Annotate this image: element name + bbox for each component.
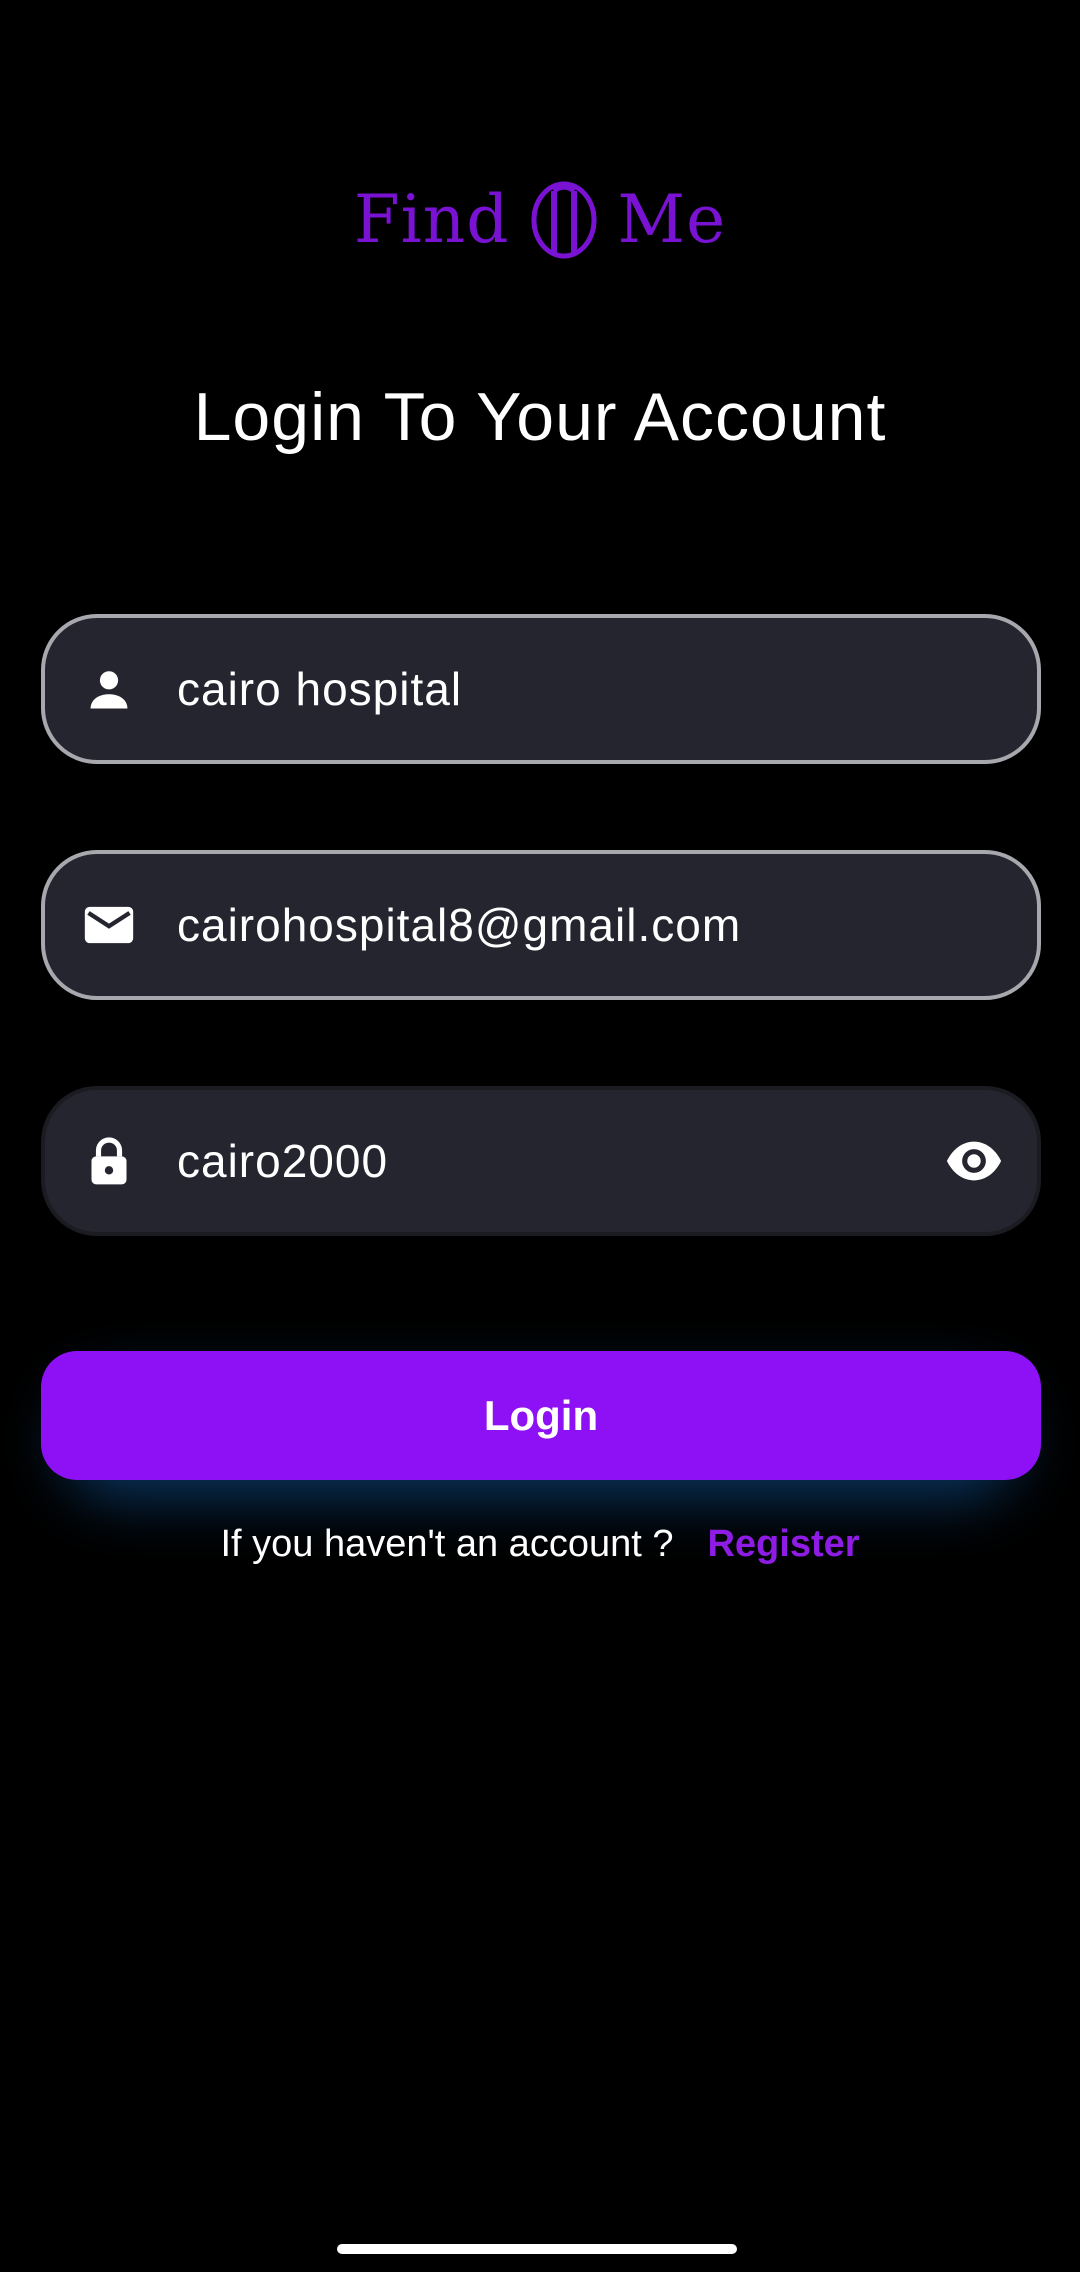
page-title: Login To Your Account	[193, 379, 887, 455]
eye-icon[interactable]	[941, 1128, 1007, 1194]
logo-text-me: Me	[617, 181, 727, 258]
mail-icon	[79, 895, 139, 955]
logo-text-find: Find	[353, 181, 510, 258]
register-link[interactable]: Register	[707, 1523, 859, 1566]
lock-icon	[79, 1131, 139, 1191]
username-field[interactable]: cairo hospital	[41, 614, 1041, 764]
email-field[interactable]: cairohospital8@gmail.com	[41, 850, 1041, 1000]
person-icon	[79, 659, 139, 719]
username-value: cairo hospital	[177, 663, 463, 715]
password-field[interactable]: cairo2000	[41, 1086, 1041, 1236]
email-value: cairohospital8@gmail.com	[177, 899, 742, 951]
logo-mark-icon	[531, 181, 597, 259]
home-indicator[interactable]	[337, 2244, 737, 2254]
login-button[interactable]: Login	[41, 1351, 1041, 1480]
app-logo: Find Me	[0, 170, 1080, 270]
register-prompt-text: If you haven't an account ?	[220, 1523, 674, 1565]
password-value: cairo2000	[177, 1135, 389, 1187]
register-prompt-row: If you haven't an account ? Register	[0, 1523, 1080, 1566]
